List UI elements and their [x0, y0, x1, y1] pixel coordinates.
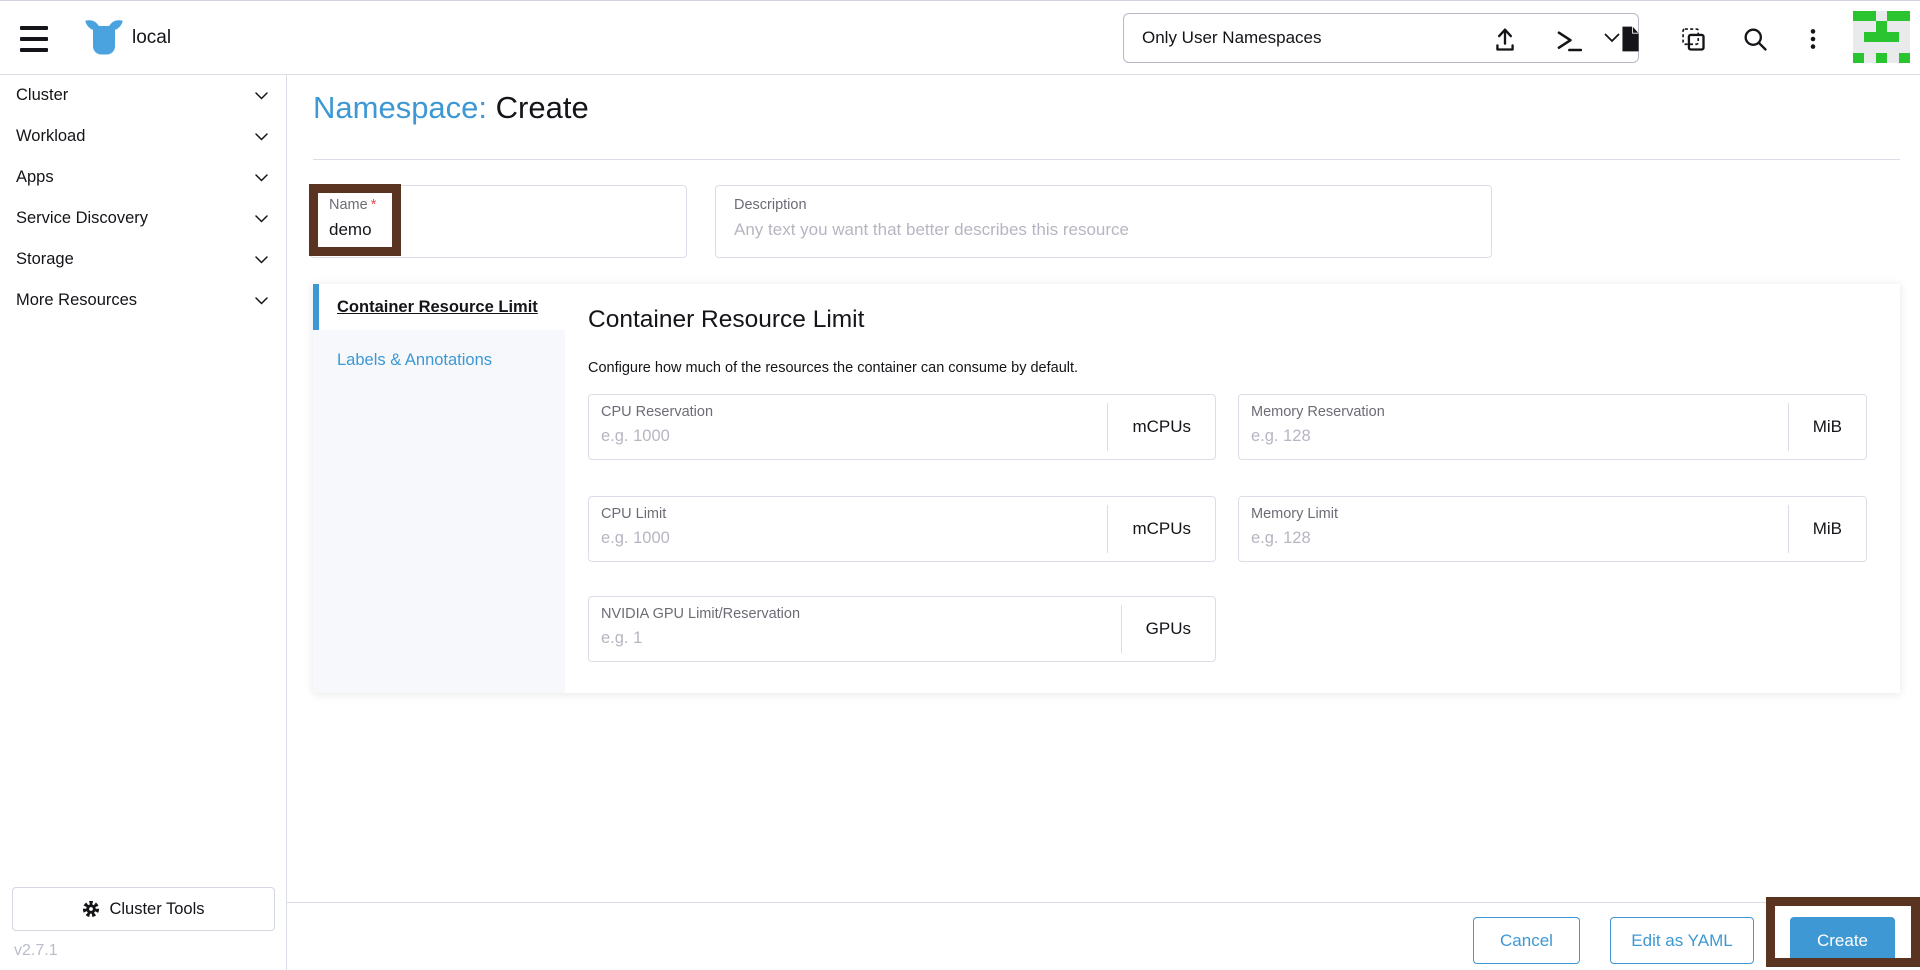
- edit-as-yaml-button[interactable]: Edit as YAML: [1610, 917, 1754, 964]
- kubectl-shell-icon[interactable]: [1548, 20, 1586, 58]
- sidebar-item-apps[interactable]: Apps: [0, 157, 286, 198]
- kebab-menu-icon[interactable]: [1794, 20, 1832, 58]
- gpu-limit-label: NVIDIA GPU Limit/Reservation: [601, 606, 801, 622]
- page-title-resource: Namespace:: [313, 90, 488, 125]
- description-field-label: Description: [734, 197, 807, 213]
- copy-kubeconfig-icon[interactable]: [1674, 20, 1712, 58]
- memory-limit-label: Memory Limit: [1251, 506, 1339, 522]
- sidebar-item-label: Apps: [16, 168, 54, 186]
- chevron-down-icon: [255, 173, 268, 182]
- docs-icon[interactable]: [1611, 20, 1649, 58]
- cpu-limit-label: CPU Limit: [601, 506, 667, 522]
- memory-limit-unit: MiB: [1812, 519, 1842, 538]
- tab-labels-annotations[interactable]: Labels & Annotations: [313, 339, 565, 381]
- memory-limit-field: Memory Limit MiB: [1238, 496, 1867, 562]
- user-avatar[interactable]: [1853, 11, 1910, 63]
- footer-divider: [287, 902, 1920, 903]
- memory-limit-input[interactable]: [1251, 529, 1780, 548]
- sidebar-item-label: Storage: [16, 250, 74, 268]
- chevron-down-icon: [255, 296, 268, 305]
- gpu-limit-unit: GPUs: [1145, 619, 1191, 638]
- chevron-down-icon: [255, 255, 268, 264]
- create-button[interactable]: Create: [1790, 917, 1895, 964]
- hamburger-menu-icon[interactable]: [20, 26, 50, 52]
- name-input[interactable]: [329, 220, 674, 240]
- tab-container-resource-limit[interactable]: Container Resource Limit: [313, 284, 565, 330]
- memory-reservation-unit: MiB: [1812, 417, 1842, 436]
- memory-reservation-field: Memory Reservation MiB: [1238, 394, 1867, 460]
- resource-limit-card: Container Resource Limit Labels & Annota…: [313, 284, 1900, 693]
- sidebar-item-service-discovery[interactable]: Service Discovery: [0, 198, 286, 239]
- sidebar-item-label: Service Discovery: [16, 209, 149, 227]
- cpu-reservation-field: CPU Reservation mCPUs: [588, 394, 1216, 460]
- tab-list: Container Resource Limit Labels & Annota…: [313, 284, 565, 693]
- name-field: Name *: [310, 185, 687, 258]
- gpu-limit-input[interactable]: [601, 629, 1113, 648]
- panel-heading: Container Resource Limit: [588, 306, 865, 333]
- cluster-tools-button[interactable]: Cluster Tools: [12, 887, 275, 931]
- tab-label: Labels & Annotations: [337, 350, 493, 369]
- description-input[interactable]: [734, 220, 1479, 240]
- required-asterisk: *: [370, 197, 377, 213]
- cluster-name: local: [132, 27, 172, 48]
- cpu-reservation-unit: mCPUs: [1132, 417, 1191, 436]
- title-divider: [313, 159, 1900, 160]
- sidebar-item-more-resources[interactable]: More Resources: [0, 280, 286, 321]
- cpu-limit-input[interactable]: [601, 529, 1100, 548]
- sidebar-item-storage[interactable]: Storage: [0, 239, 286, 280]
- cpu-limit-unit: mCPUs: [1132, 519, 1191, 538]
- search-icon[interactable]: [1736, 20, 1774, 58]
- sidebar-item-label: Cluster: [16, 86, 69, 104]
- sidebar-item-cluster[interactable]: Cluster: [0, 75, 286, 116]
- gear-icon: [82, 900, 100, 918]
- version-label: v2.7.1: [14, 942, 58, 959]
- chevron-down-icon: [255, 132, 268, 141]
- cpu-reservation-label: CPU Reservation: [601, 404, 714, 420]
- cpu-reservation-input[interactable]: [601, 427, 1100, 446]
- sidebar-nav: Cluster Workload Apps Service Discovery …: [0, 75, 287, 970]
- gpu-limit-field: NVIDIA GPU Limit/Reservation GPUs: [588, 596, 1216, 662]
- description-field: Description: [715, 185, 1492, 258]
- panel-description: Configure how much of the resources the …: [588, 360, 1079, 376]
- page-title-action: Create: [495, 90, 589, 125]
- namespace-filter-value: Only User Namespaces: [1142, 28, 1322, 47]
- page-title: Namespace: Create: [313, 90, 589, 126]
- tab-label: Container Resource Limit: [337, 297, 538, 316]
- memory-reservation-input[interactable]: [1251, 427, 1780, 446]
- cpu-limit-field: CPU Limit mCPUs: [588, 496, 1216, 562]
- cluster-tools-label: Cluster Tools: [109, 899, 205, 918]
- cancel-button[interactable]: Cancel: [1473, 917, 1580, 964]
- sidebar-item-label: Workload: [16, 127, 86, 145]
- chevron-down-icon: [255, 214, 268, 223]
- sidebar-item-workload[interactable]: Workload: [0, 116, 286, 157]
- chevron-down-icon: [255, 91, 268, 100]
- sidebar-item-label: More Resources: [16, 291, 138, 309]
- import-yaml-icon[interactable]: [1486, 20, 1524, 58]
- rancher-logo[interactable]: [84, 19, 124, 57]
- top-bar: local Only User Namespaces: [0, 0, 1920, 75]
- name-field-label: Name *: [329, 197, 377, 213]
- memory-reservation-label: Memory Reservation: [1251, 404, 1385, 420]
